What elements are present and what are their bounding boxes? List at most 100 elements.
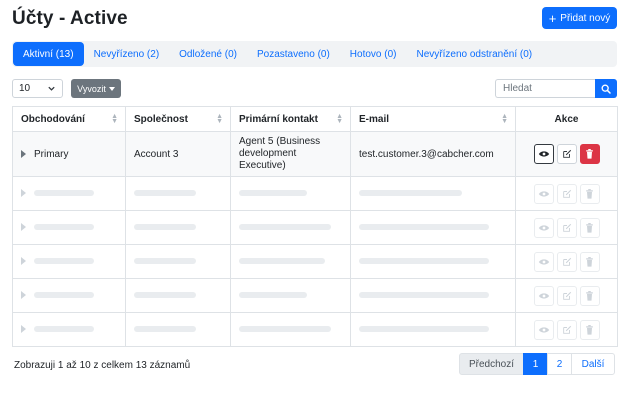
contact-line: Executive) bbox=[239, 160, 286, 171]
edit-button bbox=[556, 217, 577, 238]
placeholder-cell bbox=[125, 278, 231, 313]
edit-icon bbox=[562, 223, 571, 232]
tab-active[interactable]: Aktivní (13) bbox=[13, 42, 84, 66]
table-header-row: Obchodování ▲ ▼ Společnost ▲ ▼ Primární kont… bbox=[12, 106, 618, 132]
plus-icon: + bbox=[548, 10, 557, 26]
cell-text: Primary bbox=[34, 148, 69, 160]
expand-row-icon bbox=[21, 223, 26, 232]
placeholder-row bbox=[12, 244, 618, 279]
sort-icon: ▲ ▼ bbox=[216, 113, 223, 125]
page-button-2[interactable]: 2 bbox=[547, 353, 572, 375]
search-icon bbox=[601, 84, 611, 94]
placeholder-cell bbox=[12, 210, 126, 245]
placeholder-cell bbox=[515, 176, 618, 211]
placeholder-row bbox=[12, 176, 618, 211]
placeholder-cell bbox=[515, 210, 618, 245]
eye-icon bbox=[538, 151, 549, 157]
edit-button bbox=[556, 285, 577, 306]
delete-button[interactable] bbox=[579, 144, 600, 164]
page-button-1[interactable]: 1 bbox=[523, 353, 548, 375]
delete-button bbox=[579, 285, 600, 306]
delete-button bbox=[579, 251, 600, 272]
column-label: Akce bbox=[554, 113, 579, 125]
placeholder-cell bbox=[350, 244, 516, 279]
cell-email: test.customer.3@cabcher.com bbox=[350, 131, 516, 177]
view-button[interactable] bbox=[533, 144, 554, 164]
edit-icon bbox=[562, 257, 571, 266]
delete-button bbox=[579, 319, 600, 340]
trash-icon bbox=[586, 290, 593, 301]
table-row[interactable]: Primary Account 3 Agent 5 (Business deve… bbox=[12, 131, 618, 177]
search-button[interactable] bbox=[595, 79, 617, 98]
status-tabs: Aktivní (13) Nevyřízeno (2) Odložené (0)… bbox=[12, 41, 617, 67]
page-length-select[interactable]: 10 bbox=[12, 79, 63, 98]
column-label: Obchodování bbox=[21, 113, 85, 125]
placeholder-cell bbox=[12, 278, 126, 313]
tab-suspended[interactable]: Pozastaveno (0) bbox=[247, 42, 340, 66]
accounts-table: Obchodování ▲ ▼ Společnost ▲ ▼ Primární kont… bbox=[12, 106, 618, 347]
next-page-button[interactable]: Další bbox=[571, 353, 615, 375]
edit-button[interactable] bbox=[556, 144, 577, 164]
cell-actions bbox=[515, 131, 618, 177]
placeholder-cell bbox=[515, 312, 618, 347]
placeholder-cell bbox=[230, 176, 351, 211]
column-header-akce: Akce bbox=[515, 106, 618, 132]
column-header-kontakt[interactable]: Primární kontakt ▲ ▼ bbox=[230, 106, 351, 132]
placeholder-cell bbox=[515, 278, 618, 313]
export-label: Vyvozit bbox=[77, 83, 106, 94]
chevron-down-icon bbox=[48, 86, 55, 91]
page-length-value: 10 bbox=[19, 83, 31, 94]
placeholder-row bbox=[12, 278, 618, 313]
column-label: Společnost bbox=[134, 113, 188, 125]
page-title: Účty - Active bbox=[12, 8, 128, 29]
delete-button bbox=[579, 217, 600, 238]
view-button bbox=[533, 285, 554, 306]
edit-button bbox=[556, 183, 577, 204]
tab-pending-removal[interactable]: Nevyřízeno odstranění (0) bbox=[406, 42, 542, 66]
trash-icon bbox=[586, 222, 593, 233]
column-label: E-mail bbox=[359, 113, 390, 125]
placeholder-cell bbox=[350, 312, 516, 347]
add-new-button[interactable]: + Přidat nový bbox=[542, 7, 617, 29]
column-label: Primární kontakt bbox=[239, 113, 318, 125]
tab-done[interactable]: Hotovo (0) bbox=[340, 42, 407, 66]
edit-button bbox=[556, 319, 577, 340]
delete-button bbox=[579, 183, 600, 204]
eye-icon bbox=[538, 190, 549, 197]
pagination: Předchozí 1 2 Další bbox=[459, 353, 615, 375]
expand-row-icon[interactable] bbox=[21, 149, 26, 158]
export-button[interactable]: Vyvozit bbox=[71, 79, 121, 98]
eye-icon bbox=[538, 326, 549, 333]
tab-postponed[interactable]: Odložené (0) bbox=[169, 42, 247, 66]
trash-icon bbox=[586, 188, 593, 199]
previous-page-button[interactable]: Předchozí bbox=[459, 353, 524, 375]
eye-icon bbox=[538, 258, 549, 265]
edit-icon bbox=[562, 149, 571, 158]
edit-button bbox=[556, 251, 577, 272]
search-input[interactable] bbox=[495, 79, 595, 98]
trash-icon bbox=[586, 324, 593, 335]
placeholder-cell bbox=[350, 278, 516, 313]
eye-icon bbox=[538, 224, 549, 231]
expand-row-icon bbox=[21, 325, 26, 334]
placeholder-cell bbox=[230, 312, 351, 347]
edit-icon bbox=[562, 291, 571, 300]
cell-obchodovani: Primary bbox=[12, 131, 126, 177]
sort-icon: ▲ ▼ bbox=[501, 113, 508, 125]
placeholder-row bbox=[12, 210, 618, 245]
placeholder-cell bbox=[350, 210, 516, 245]
expand-row-icon bbox=[21, 189, 26, 198]
column-header-email[interactable]: E-mail ▲ ▼ bbox=[350, 106, 516, 132]
contact-line: Agent 5 (Business bbox=[239, 136, 321, 147]
placeholder-cell bbox=[125, 210, 231, 245]
view-button bbox=[533, 319, 554, 340]
tab-pending[interactable]: Nevyřízeno (2) bbox=[84, 42, 170, 66]
edit-icon bbox=[562, 325, 571, 334]
expand-row-icon bbox=[21, 257, 26, 266]
cell-spolecnost: Account 3 bbox=[125, 131, 231, 177]
placeholder-cell bbox=[12, 312, 126, 347]
column-header-spolecnost[interactable]: Společnost ▲ ▼ bbox=[125, 106, 231, 132]
column-header-obchodovani[interactable]: Obchodování ▲ ▼ bbox=[12, 106, 126, 132]
expand-row-icon bbox=[21, 291, 26, 300]
table-info: Zobrazuji 1 až 10 z celkem 13 záznamů bbox=[14, 360, 191, 371]
